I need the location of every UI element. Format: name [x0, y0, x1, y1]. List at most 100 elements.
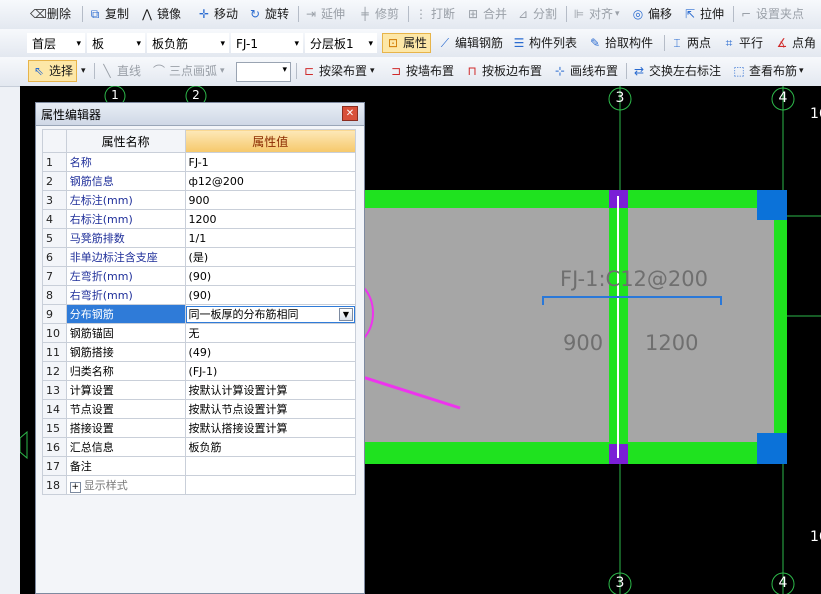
arc-button[interactable]: ⌒ 三点画弧 ▾ [152, 57, 225, 85]
table-row[interactable]: 4 右标注(mm) 1200 [42, 209, 357, 229]
table-row[interactable]: 1 名称 FJ-1 [42, 152, 357, 172]
type-select[interactable]: 板负筋 ▾ [147, 33, 229, 53]
property-value[interactable]: (90) [184, 266, 357, 286]
line-button[interactable]: ╲ 直线 [100, 57, 141, 85]
expand-icon[interactable]: + [69, 482, 81, 493]
column-top-right[interactable] [757, 190, 787, 220]
property-name[interactable]: 归类名称 [65, 361, 186, 381]
right-dimension[interactable]: 1200 [645, 331, 698, 355]
table-row[interactable]: 2 钢筋信息 ф12@200 [42, 171, 357, 191]
table-row[interactable]: 14 节点设置 按默认节点设置计算 [42, 399, 357, 419]
property-name[interactable]: 右标注(mm) [65, 209, 186, 229]
property-name[interactable]: 钢筋搭接 [65, 342, 186, 362]
property-value[interactable]: (90) [184, 285, 357, 305]
table-row[interactable]: 13 计算设置 按默认计算设置计算 [42, 380, 357, 400]
align-button[interactable]: ⊫ 对齐 ▾ [572, 0, 620, 28]
move-button[interactable]: ✛ 移动 [197, 0, 238, 28]
property-value[interactable]: 按默认计算设置计算 [184, 380, 357, 400]
point-angle-button[interactable]: ∡ 点角 [775, 29, 816, 57]
by-slab-edge-button[interactable]: ⊓ 按板边布置 [465, 57, 542, 85]
two-points-button[interactable]: ⌶ 两点 [670, 29, 711, 57]
property-value[interactable]: (是) [184, 247, 357, 267]
table-row[interactable]: 3 左标注(mm) 900 [42, 190, 357, 210]
property-name[interactable]: 非单边标注含支座 [65, 247, 186, 267]
property-value[interactable]: FJ-1 [184, 152, 357, 172]
column-bottom-right[interactable] [757, 433, 787, 464]
copy-button[interactable]: ⧉ 复制 [88, 0, 129, 28]
property-value[interactable]: 1200 [184, 209, 357, 229]
swap-labels-button[interactable]: ⇄ 交换左右标注 [632, 57, 721, 85]
property-name[interactable]: 汇总信息 [65, 437, 186, 457]
left-dimension[interactable]: 900 [563, 331, 603, 355]
property-value[interactable]: 无 [184, 323, 357, 343]
property-name[interactable]: 右弯折(mm) [65, 285, 186, 305]
edit-rebar-button[interactable]: ⟋ 编辑钢筋 [438, 29, 503, 57]
property-name[interactable]: 备注 [65, 456, 186, 476]
table-row[interactable]: 10 钢筋锚固无 [42, 323, 357, 343]
merge-button[interactable]: ⊞ 合并 [466, 0, 507, 28]
property-name[interactable]: 计算设置 [65, 380, 186, 400]
stretch-button[interactable]: ⇱ 拉伸 [683, 0, 724, 28]
component-name-select[interactable]: FJ-1 ▾ [231, 33, 303, 53]
break-button[interactable]: ⋮ 打断 [414, 0, 455, 28]
property-value[interactable]: (49) [184, 342, 357, 362]
table-row[interactable]: 16 汇总信息 板负筋 [42, 437, 357, 457]
property-name[interactable]: 节点设置 [65, 399, 186, 419]
property-name[interactable]: 左标注(mm) [65, 190, 186, 210]
distribution-rebar-select[interactable]: 同一板厚的分布筋相同 ▼ [186, 305, 355, 323]
table-row[interactable]: 9 分布钢筋 同一板厚的分布筋相同 ▼ [42, 304, 357, 324]
property-value[interactable] [184, 475, 357, 495]
mirror-button[interactable]: ⋀ 镜像 [140, 0, 181, 28]
rebar-label[interactable]: FJ-1:C12@200 [560, 267, 708, 291]
layer-select[interactable]: 分层板1 ▾ [305, 33, 377, 53]
property-value[interactable]: 1/1 [184, 228, 357, 248]
table-row[interactable]: 6 非单边标注含支座 (是) [42, 247, 357, 267]
property-name[interactable]: + 显示样式 [65, 475, 186, 495]
set-node-button[interactable]: ⌐ 设置夹点 [739, 0, 804, 28]
rotate-button[interactable]: ↻ 旋转 [248, 0, 289, 28]
delete-button[interactable]: ⌫ 删除 [30, 0, 71, 28]
property-value[interactable]: ф12@200 [184, 171, 357, 191]
property-value[interactable]: 板负筋 [184, 437, 357, 457]
table-row[interactable]: 8 右弯折(mm) (90) [42, 285, 357, 305]
close-icon[interactable]: ✕ [342, 106, 358, 121]
table-row[interactable]: 5 马凳筋排数 1/1 [42, 228, 357, 248]
property-name[interactable]: 名称 [65, 152, 186, 172]
table-row[interactable]: 17 备注 [42, 456, 357, 476]
arc-mode-select[interactable]: ▾ [236, 62, 291, 82]
table-row[interactable]: 7 左弯折(mm) (90) [42, 266, 357, 286]
property-value[interactable] [184, 456, 357, 476]
property-value[interactable]: (FJ-1) [184, 361, 357, 381]
beam-right[interactable] [774, 190, 787, 464]
table-row[interactable]: 15 搭接设置 按默认搭接设置计算 [42, 418, 357, 438]
pick-component-button[interactable]: ✎ 拾取构件 [588, 29, 653, 57]
draw-line-button[interactable]: ⊹ 画线布置 [553, 57, 618, 85]
beam-bottom[interactable] [342, 442, 787, 464]
slab-area[interactable] [342, 208, 774, 442]
by-wall-button[interactable]: ⊐ 按墙布置 [389, 57, 454, 85]
panel-title-bar[interactable]: 属性编辑器 ✕ [36, 103, 364, 126]
property-button[interactable]: ⊡ 属性 [382, 33, 432, 53]
parallel-button[interactable]: ⌗ 平行 [722, 29, 763, 57]
property-name[interactable]: 左弯折(mm) [65, 266, 186, 286]
beam-top[interactable] [342, 190, 787, 208]
property-value[interactable]: 900 [184, 190, 357, 210]
offset-button[interactable]: ◎ 偏移 [631, 0, 672, 28]
split-button[interactable]: ⊿ 分割 [516, 0, 557, 28]
property-name[interactable]: 钢筋信息 [65, 171, 186, 191]
property-name[interactable]: 搭接设置 [65, 418, 186, 438]
table-row[interactable]: 11 钢筋搭接 (49) [42, 342, 357, 362]
category-select[interactable]: 板 ▾ [87, 33, 145, 53]
by-beam-button[interactable]: ⊏ 按梁布置 ▾ [302, 57, 375, 85]
trim-button[interactable]: ╪ 修剪 [358, 0, 399, 28]
property-name[interactable]: 分布钢筋 [65, 304, 186, 324]
property-value[interactable]: 按默认搭接设置计算 [184, 418, 357, 438]
property-value[interactable]: 同一板厚的分布筋相同 ▼ [184, 304, 357, 324]
view-layout-button[interactable]: ⬚ 查看布筋 ▾ [732, 57, 803, 85]
property-name[interactable]: 钢筋锚固 [65, 323, 186, 343]
extend-button[interactable]: ⇥ 延伸 [304, 0, 345, 28]
chevron-down-icon[interactable]: ▼ [339, 307, 353, 321]
table-row[interactable]: 12 归类名称 (FJ-1) [42, 361, 357, 381]
floor-select[interactable]: 首层 ▾ [27, 33, 85, 53]
select-button[interactable]: ⇖ 选择 [28, 60, 78, 82]
